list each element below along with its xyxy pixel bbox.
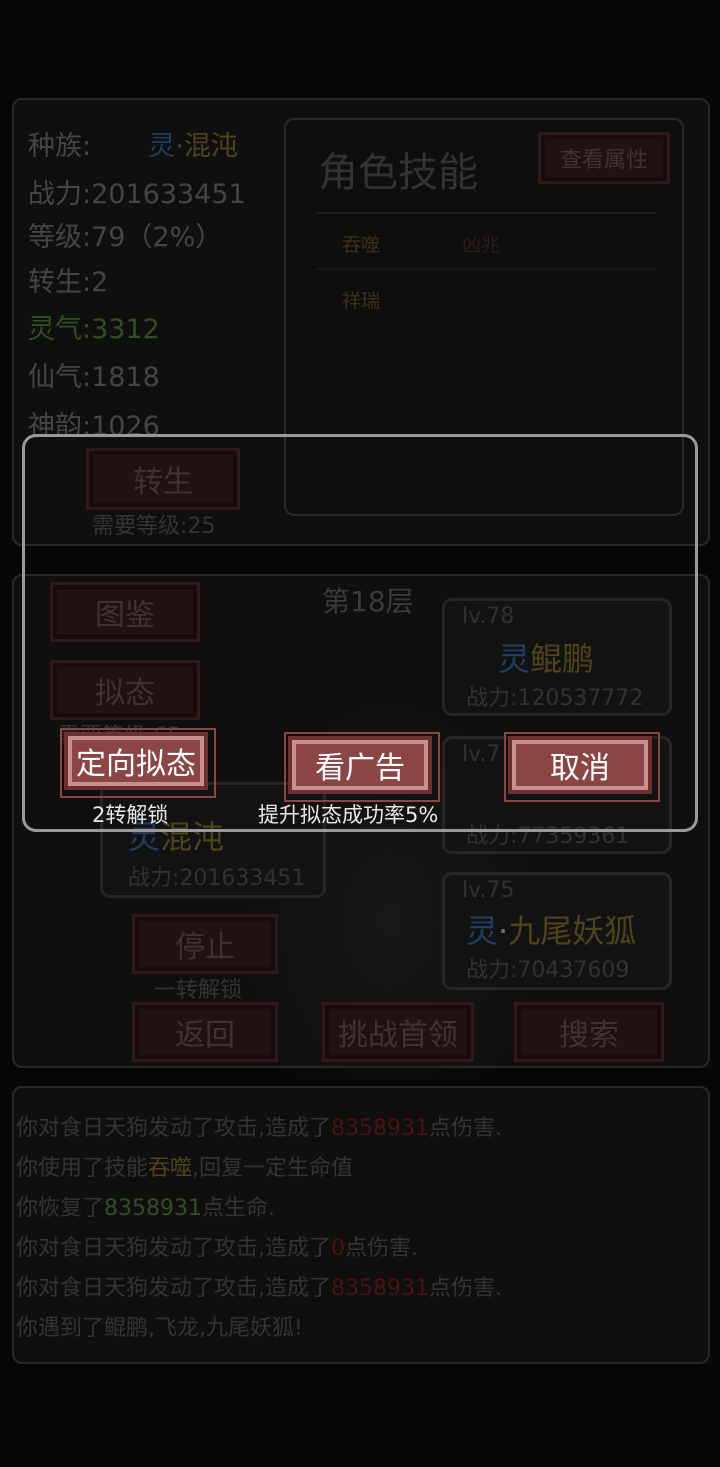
directed-mimic-caption: 2转解锁: [92, 803, 169, 827]
watch-ad-button[interactable]: 看广告: [288, 736, 432, 794]
directed-mimic-button[interactable]: 定向拟态: [64, 732, 208, 790]
cancel-button[interactable]: 取消: [508, 736, 652, 794]
watch-ad-caption: 提升拟态成功率5%: [258, 803, 439, 827]
